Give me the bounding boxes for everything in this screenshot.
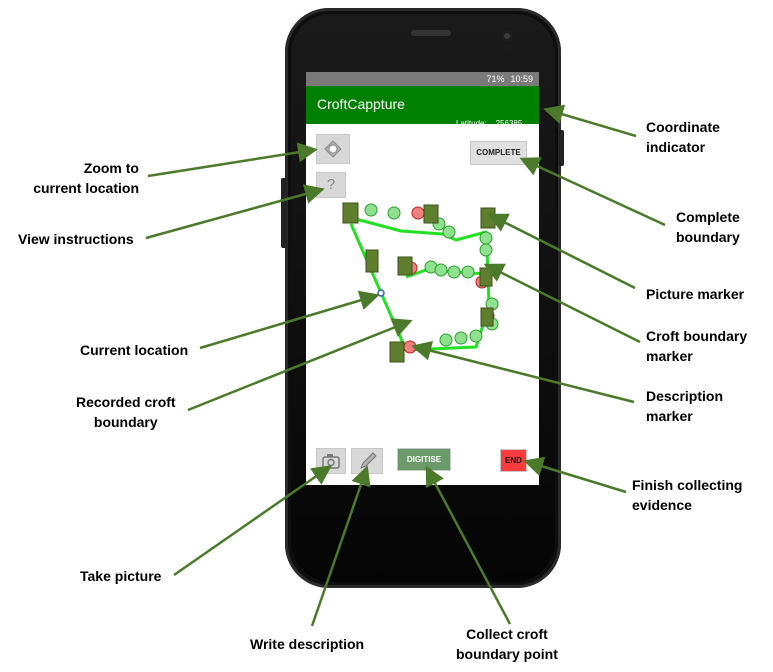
callout-line: Description — [646, 388, 724, 404]
arrow-current-location — [199, 290, 380, 350]
callout-line: boundary — [676, 229, 740, 245]
callout-line: Collect croft — [466, 626, 548, 642]
callout-take-picture: Take picture — [80, 568, 162, 584]
callout-zoom: Zoom to current location — [26, 158, 139, 198]
callout-description-marker: Description marker — [646, 386, 723, 426]
callout-collect-point: Collect croft boundary point — [456, 624, 558, 664]
callout-line: marker — [646, 348, 693, 364]
callout-line: evidence — [632, 497, 692, 513]
callout-line: Recorded croft — [76, 394, 176, 410]
callout-write-description: Write description — [250, 636, 365, 652]
callout-line: current location — [33, 180, 139, 196]
arrow-zoom — [147, 142, 318, 178]
callout-line: marker — [646, 408, 693, 424]
callout-view-instructions: View instructions — [18, 231, 134, 247]
arrow-description-marker — [411, 340, 635, 404]
arrow-view-instructions — [145, 184, 325, 240]
arrow-finish — [523, 456, 627, 494]
arrow-write-description — [310, 465, 371, 627]
arrow-collect-point — [425, 465, 512, 625]
arrow-croft-boundary-marker — [483, 263, 641, 344]
callout-line: indicator — [646, 139, 706, 155]
callout-line: boundary — [93, 414, 158, 430]
callout-line: Complete — [676, 209, 740, 225]
arrow-recorded-boundary — [187, 318, 413, 412]
callout-line: Finish collecting — [632, 477, 743, 493]
callout-picture-marker: Picture marker — [646, 286, 745, 302]
arrow-take-picture — [173, 465, 333, 577]
callout-line: Croft boundary — [646, 328, 748, 344]
callout-current-location: Current location — [80, 342, 189, 358]
arrow-coordinate-indicator — [543, 104, 637, 138]
callout-coordinate-indicator: Coordinate indicator — [646, 117, 720, 157]
callout-recorded-boundary: Recorded croft boundary — [76, 392, 176, 432]
callout-finish: Finish collecting evidence — [632, 475, 742, 515]
callout-croft-boundary-marker: Croft boundary marker — [646, 326, 747, 366]
arrow-picture-marker — [487, 213, 636, 290]
callout-line: boundary point — [456, 646, 558, 662]
callout-complete-boundary: Complete boundary — [676, 207, 740, 247]
callout-line: Coordinate — [646, 119, 720, 135]
arrow-complete-boundary — [519, 157, 666, 227]
callout-line: Zoom to — [83, 160, 139, 176]
